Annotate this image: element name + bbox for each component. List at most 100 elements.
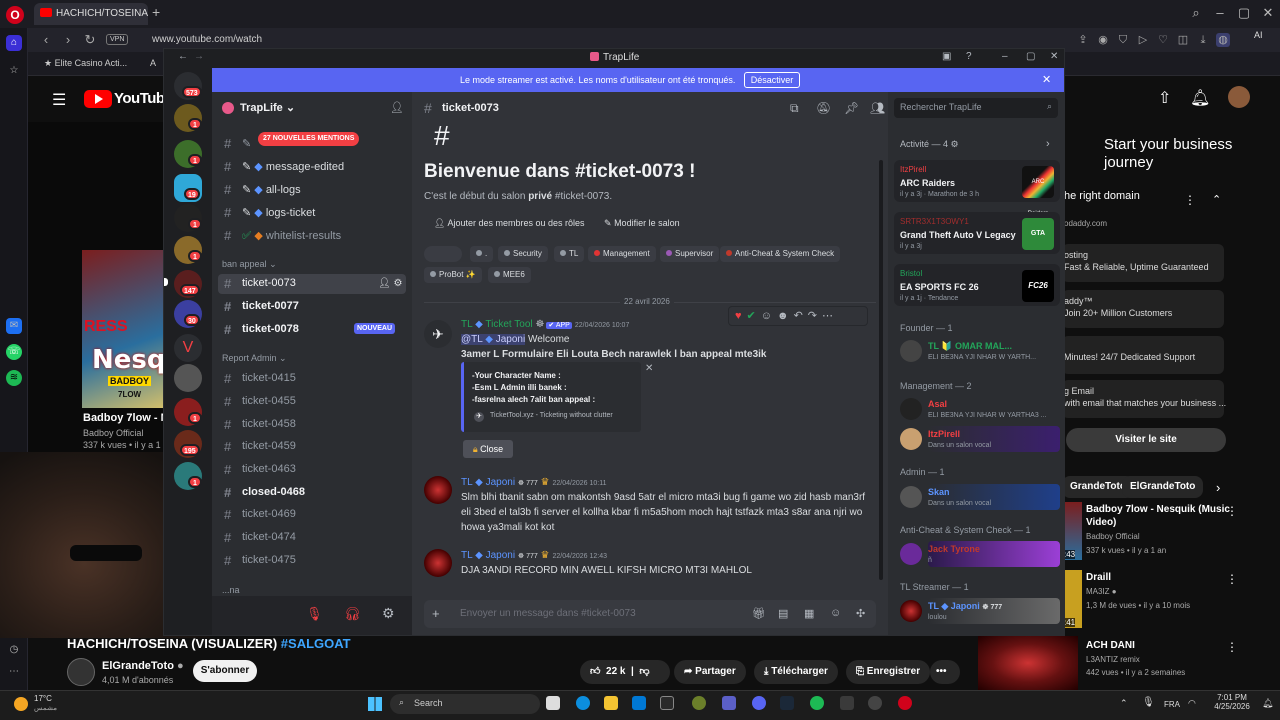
role-tag[interactable]: MEE6 [488,267,531,283]
star-icon[interactable]: ☆ [6,63,22,79]
channel-ticket-0474[interactable]: # ticket-0474 [218,528,406,548]
member-asal[interactable]: Asal [928,399,947,409]
share-button[interactable]: ➦ Partager [674,660,746,684]
reply-icon[interactable]: ↶ [794,310,808,322]
side-video-channel[interactable]: Badboy Official [83,428,143,438]
channel-all-logs[interactable]: # ✎ ◆ all-logs [218,180,406,200]
box-icon[interactable]: ◫ [1176,33,1190,47]
role-tag[interactable]: ProBot ✨ [424,267,482,283]
add-member-icon[interactable]: 👤︎ [378,278,391,289]
channel-name[interactable]: ElGrandeToto ● [102,660,184,672]
vpn-badge[interactable]: VPN [106,34,129,45]
microphone-muted-icon[interactable]: 🎙︎ [306,606,323,622]
category-report-admin[interactable]: Report Admin ⌄ [222,353,287,364]
channel-closed-0468[interactable]: # closed-0468 [218,483,406,503]
language-indicator[interactable]: FRA [1164,700,1180,709]
user-mention[interactable]: @TL ◆ Japoni [461,334,526,345]
member-jack-tyrone[interactable]: Jack Tyrone [928,544,980,554]
gear-icon[interactable]: ⚙ [951,139,959,149]
message-author[interactable]: TL ◆ Japoni ☸ 777 ♛ 22/04/2026 12:43 [461,550,607,561]
valorant-server-icon[interactable]: V [174,334,202,362]
laugh-reaction-icon[interactable]: ☺ [761,310,777,322]
apps-icon[interactable]: ✣ [856,607,865,620]
microphone-icon[interactable]: 🎙︎ [1142,697,1155,708]
embed-dismiss-icon[interactable]: ✕ [645,363,653,374]
emoji-picker-icon[interactable]: ☺ [830,607,841,619]
outlook-icon[interactable] [632,696,646,710]
browser-tab-active[interactable]: HACHICH/TOSEINA (VISU... ✕ [34,3,148,25]
forward-icon[interactable]: ↷ [808,310,822,322]
ad-more-icon[interactable]: ⋮ [1184,193,1196,207]
japoni-avatar[interactable] [424,476,452,504]
gear-icon[interactable]: ⚙ [393,278,402,289]
maximize-icon[interactable]: ▢ [1234,4,1254,22]
member-avatar[interactable] [900,398,922,420]
taskbar-search[interactable]: ⌕ Search [390,694,540,714]
forward-icon[interactable]: › [60,32,76,48]
rec-more-icon[interactable]: ⋮ [1226,572,1238,586]
account-avatar[interactable] [1228,86,1250,108]
camera-icon[interactable]: ◉ [1096,33,1110,47]
app-icon[interactable] [868,696,882,710]
user-settings-gear-icon[interactable]: ⚙ [382,605,395,622]
steam-icon[interactable] [780,696,794,710]
discord-maximize-icon[interactable]: ▢ [1026,51,1035,62]
play-icon[interactable]: ▷ [1136,33,1150,47]
role-tag[interactable]: Management [588,246,656,262]
shield-icon[interactable]: ⛉ [1116,33,1130,47]
check-reaction-icon[interactable]: ✔ [747,310,761,322]
role-tag[interactable]: TL [554,246,585,262]
channel-ticket-0475[interactable]: # ticket-0475 [218,551,406,571]
store-icon[interactable] [660,696,674,710]
rec-thumbnail-ach-dani[interactable] [978,636,1078,690]
discord-forward-icon[interactable]: → [194,51,204,62]
member-avatars-stack[interactable] [424,246,462,262]
messenger-icon[interactable]: ✉ [6,318,22,334]
close-ticket-button[interactable]: 🔒︎ Close [463,440,513,458]
activity-expand-icon[interactable]: › [1046,138,1050,150]
new-mentions-pill[interactable]: 27 NOUVELLES MENTIONS [258,132,360,146]
channel-ticket-0077[interactable]: # ticket-0077 [218,297,406,317]
save-button[interactable]: ⎘ Enregistrer [846,660,931,684]
channel-message-edited[interactable]: # ✎ ◆ message-edited [218,157,406,177]
help-icon[interactable]: ? [966,51,972,62]
banner-close-icon[interactable]: ✕ [1042,73,1051,86]
whatsapp-icon[interactable]: ☏ [6,344,22,360]
member-itzpirell[interactable]: ItzPirell [928,429,960,439]
notification-icon[interactable]: 🔔︎ [1262,698,1273,709]
channel-ticket-0469[interactable]: # ticket-0469 [218,505,406,525]
member-founder[interactable]: TL 🔰 OMAR MAL... [928,341,1012,352]
visit-site-button[interactable]: Visiter le site [1066,428,1226,452]
profile-icon[interactable]: ◍ [1216,33,1230,47]
category-partial[interactable]: ...na [222,585,240,595]
rec-title[interactable]: Badboy 7low - Nesquik (Music [1086,504,1230,515]
role-tag[interactable]: Anti-Cheat & System Check [720,246,841,262]
member-avatar[interactable] [900,543,922,565]
invite-icon[interactable]: 👤︎ [390,101,404,114]
server-icon[interactable] [174,364,202,392]
category-ban-appeal[interactable]: ban appeal ⌄ [222,259,277,270]
member-list-icon[interactable]: 👥︎ [870,101,885,115]
discord-back-icon[interactable]: ← [178,51,188,62]
channel-ticket-0415[interactable]: # ticket-0415 [218,369,406,389]
opera-logo-icon[interactable]: O [6,6,24,24]
minimize-icon[interactable]: – [1210,4,1230,22]
more-options-icon[interactable]: ⋯ [822,310,838,322]
ticket-tool-avatar[interactable]: ✈ [424,320,452,348]
share-icon[interactable]: ⇪ [1076,33,1090,47]
windows-start-icon[interactable] [368,697,382,711]
role-tag[interactable]: . [470,246,494,262]
back-icon[interactable]: ‹ [38,32,54,48]
rec-channel[interactable]: L3ANTIZ remix [1086,655,1140,664]
threads-icon[interactable]: ⧉ [790,101,799,116]
headphones-muted-icon[interactable]: 🎧︎ [344,606,361,622]
teams-icon[interactable] [722,696,736,710]
terminal-icon[interactable] [840,696,854,710]
pin-icon[interactable]: 📌︎ [844,101,859,115]
weather-sun-icon[interactable] [14,697,28,711]
inbox-icon[interactable]: ▣ [942,51,951,62]
attach-plus-icon[interactable]: + [432,606,440,621]
spotify-taskbar-icon[interactable] [810,696,824,710]
heart-icon[interactable]: ♡ [1156,33,1170,47]
channel-avatar[interactable] [67,658,95,686]
